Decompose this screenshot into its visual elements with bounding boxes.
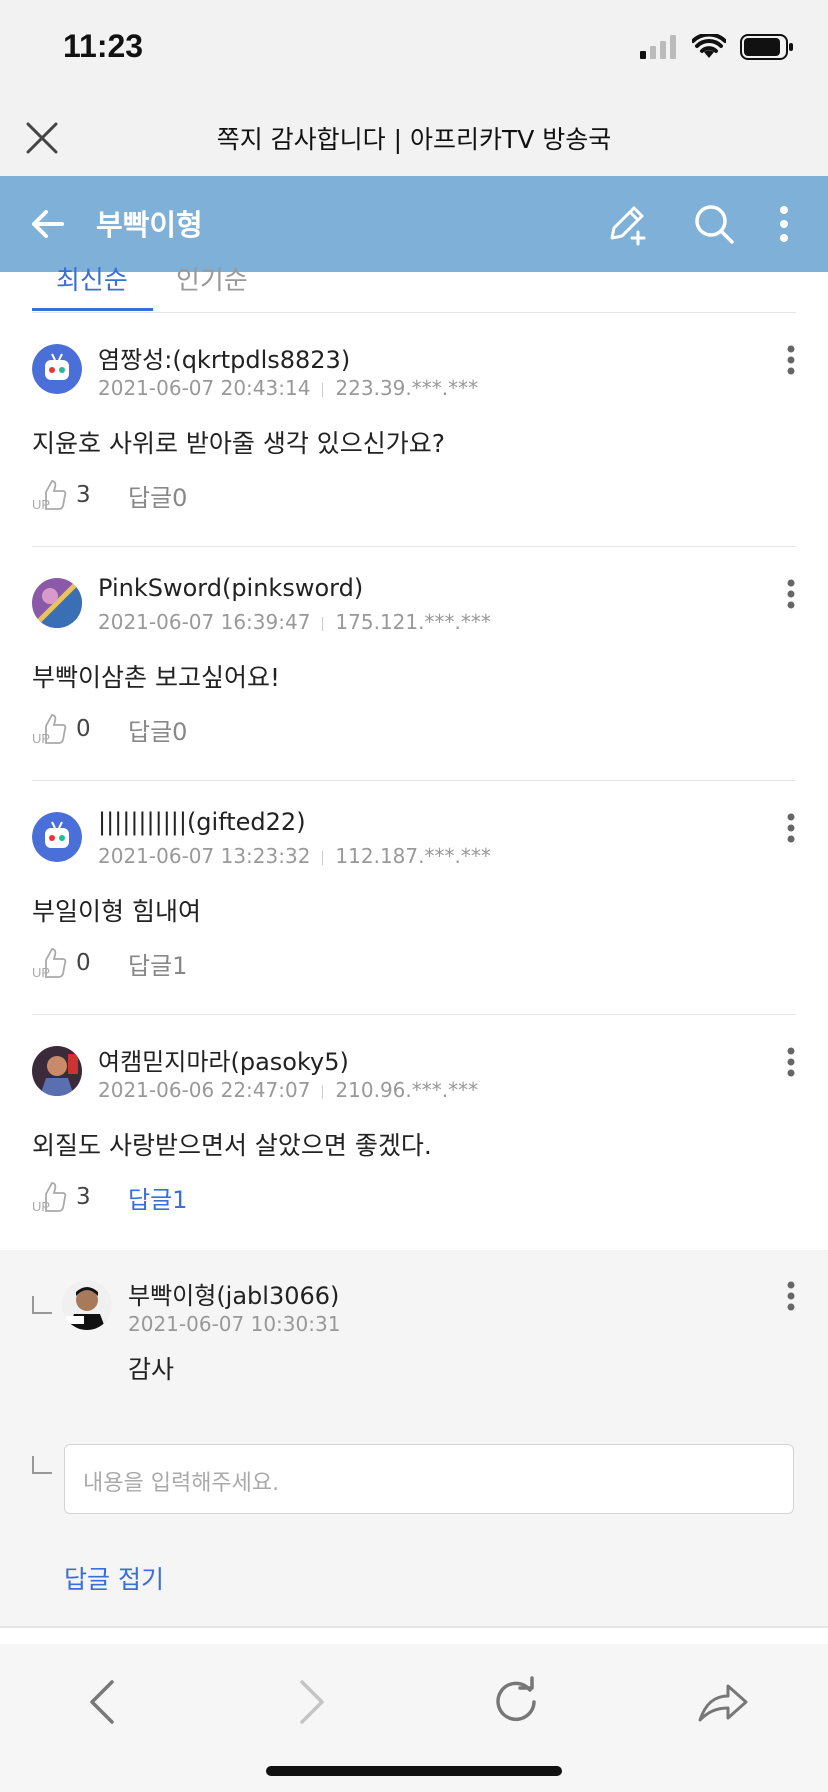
tab-latest[interactable]: 최신순 [56, 260, 128, 297]
comment-date: 2021-06-07 16:39:47 [98, 610, 311, 634]
search-icon[interactable] [692, 202, 736, 246]
reply-count-link[interactable]: 답글0 [128, 712, 187, 747]
user-avatar-image [32, 1046, 82, 1096]
avatar[interactable] [32, 1046, 82, 1096]
like-up-icon[interactable]: UP [32, 478, 68, 512]
reply-indent-icon [32, 1296, 52, 1314]
svg-text:UP: UP [32, 731, 50, 746]
avatar[interactable] [32, 812, 82, 862]
avatar[interactable] [32, 578, 82, 628]
app-header: 부빡이형 [0, 176, 828, 272]
comment-text: 외질도 사랑받으면서 살았으면 좋겠다. [32, 1131, 432, 1160]
comment-actions: UP 0 답글1 [32, 946, 187, 980]
reply-author[interactable]: 부빡이형(jabl3066) [128, 1276, 339, 1311]
reply-count-link[interactable]: 답글1 [128, 946, 187, 981]
svg-text:UP: UP [32, 497, 50, 512]
signal-icon [640, 35, 676, 59]
reply-section: 부빡이형(jabl3066) 2021-06-07 10:30:31 감사 내용… [0, 1250, 828, 1628]
comment-actions: UP 0 답글0 [32, 712, 187, 746]
back-icon[interactable] [78, 1676, 130, 1728]
wifi-icon [692, 34, 726, 58]
comment-author[interactable]: 여캠믿지마라(pasoky5) [98, 1042, 349, 1077]
status-time: 11:23 [63, 28, 144, 64]
reply-count-link[interactable]: 답글0 [128, 478, 187, 513]
svg-text:UP: UP [32, 1199, 50, 1214]
like-count: 0 [76, 950, 91, 976]
comment-meta: 2021-06-07 13:23:32 112.187.***.*** [98, 844, 491, 868]
comment-meta: 2021-06-06 22:47:07 210.96.***.*** [98, 1078, 478, 1102]
comment-author[interactable]: |||||||||||(gifted22) [98, 808, 306, 836]
avatar[interactable] [32, 344, 82, 394]
comment-actions: UP 3 답글1 [32, 1180, 187, 1214]
like-count: 0 [76, 716, 91, 742]
page-title: 부빡이형 [96, 208, 203, 242]
more-options-icon[interactable] [770, 202, 798, 246]
back-arrow-icon[interactable] [28, 204, 68, 244]
browser-top-bar: 쪽지 감사합니다 | 아프리카TV 방송국 [0, 100, 828, 176]
active-tab-indicator [32, 308, 153, 311]
browser-title: 쪽지 감사합니다 | 아프리카TV 방송국 [216, 125, 612, 154]
status-bar: 11:23 [0, 0, 828, 100]
comment-text: 지윤호 사위로 받아줄 생각 있으신가요? [32, 429, 446, 458]
home-indicator [266, 1766, 562, 1776]
default-avatar-icon [32, 812, 82, 862]
forward-icon[interactable] [284, 1676, 336, 1728]
comment-date: 2021-06-06 22:47:07 [98, 1078, 311, 1102]
reply-text: 감사 [128, 1355, 175, 1384]
comment-menu-icon[interactable] [786, 344, 796, 376]
comment-menu-icon[interactable] [786, 578, 796, 610]
tab-popular[interactable]: 인기순 [176, 260, 248, 297]
like-count: 3 [76, 1184, 91, 1210]
reply-input[interactable]: 내용을 입력해주세요. [64, 1444, 794, 1514]
default-avatar-icon [32, 344, 82, 394]
like-up-icon[interactable]: UP [32, 946, 68, 980]
comment-author[interactable]: PinkSword(pinksword) [98, 574, 363, 602]
comment-menu-icon[interactable] [786, 812, 796, 844]
comment-menu-icon[interactable] [786, 1046, 796, 1078]
status-icons [640, 34, 794, 60]
svg-text:UP: UP [32, 965, 50, 980]
like-count: 3 [76, 482, 91, 508]
reply-menu-icon[interactable] [786, 1280, 796, 1312]
comment-date: 2021-06-07 20:43:14 [98, 376, 311, 400]
comment-ip: 175.121.***.*** [335, 610, 491, 634]
comment-ip: 223.39.***.*** [335, 376, 479, 400]
comment-actions: UP 3 답글0 [32, 478, 187, 512]
reply-date: 2021-06-07 10:30:31 [128, 1312, 341, 1336]
user-avatar-image [32, 578, 82, 628]
battery-icon [740, 34, 793, 60]
reply-count-link[interactable]: 답글1 [128, 1180, 187, 1215]
avatar[interactable] [62, 1280, 112, 1330]
comment-date: 2021-06-07 13:23:32 [98, 844, 311, 868]
like-up-icon[interactable]: UP [32, 712, 68, 746]
divider [32, 546, 796, 547]
comment-author[interactable]: 염짱성:(qkrtpdls8823) [98, 340, 350, 375]
comment-text: 부일이형 힘내여 [32, 897, 201, 926]
refresh-icon[interactable] [490, 1676, 542, 1728]
fold-replies-link[interactable]: 답글 접기 [64, 1560, 164, 1596]
user-avatar-image [62, 1280, 112, 1330]
write-icon[interactable] [604, 202, 648, 246]
like-up-icon[interactable]: UP [32, 1180, 68, 1214]
sort-tabs: 최신순 인기순 [32, 266, 796, 313]
comment-text: 부빡이삼촌 보고싶어요! [32, 663, 280, 692]
comment-meta: 2021-06-07 20:43:14 223.39.***.*** [98, 376, 478, 400]
divider [32, 780, 796, 781]
comment-meta: 2021-06-07 16:39:47 175.121.***.*** [98, 610, 491, 634]
comment-ip: 210.96.***.*** [335, 1078, 479, 1102]
share-icon[interactable] [696, 1676, 748, 1728]
reply-indent-icon [32, 1456, 52, 1474]
comment-ip: 112.187.***.*** [335, 844, 491, 868]
divider [32, 1014, 796, 1015]
